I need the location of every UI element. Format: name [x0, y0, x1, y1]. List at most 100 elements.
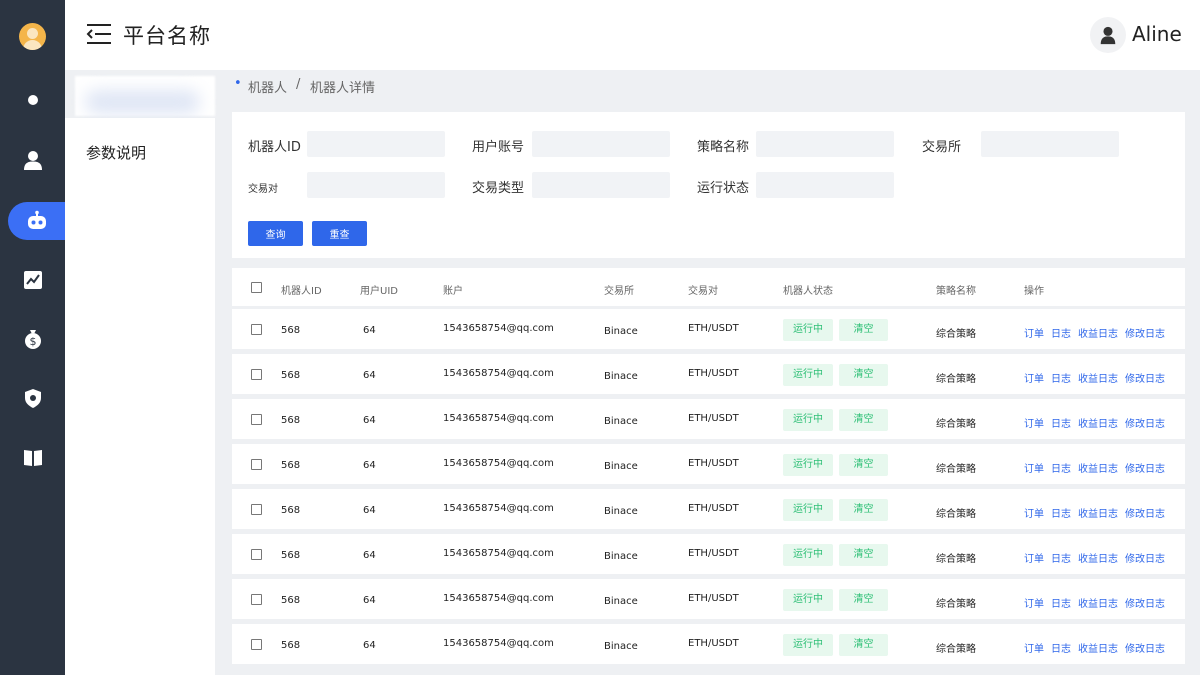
modify-log-link[interactable]: 修改日志 [1125, 370, 1165, 385]
cell-account: 1543658754@qq.com [443, 593, 554, 604]
table-row: 568 64 1543658754@qq.com Binace ETH/USDT 运行中清… [232, 444, 1185, 484]
table-row: 568 64 1543658754@qq.com Binace ETH/USDT 运行中清… [232, 534, 1185, 574]
status-badge: 运行中 [783, 364, 833, 386]
reset-button[interactable]: 重查 [312, 221, 367, 246]
select-all-checkbox[interactable] [251, 282, 262, 293]
order-link[interactable]: 订单 [1024, 325, 1044, 340]
clear-button[interactable]: 清空 [839, 364, 888, 386]
modify-log-link[interactable]: 修改日志 [1125, 505, 1165, 520]
modify-log-link[interactable]: 修改日志 [1125, 460, 1165, 475]
order-link[interactable]: 订单 [1024, 460, 1044, 475]
user-avatar[interactable] [1090, 17, 1126, 53]
cell-robot-id: 568 [281, 370, 301, 381]
cell-exchange: Binace [604, 551, 638, 562]
order-link[interactable]: 订单 [1024, 640, 1044, 655]
clear-button[interactable]: 清空 [839, 499, 888, 521]
log-link[interactable]: 日志 [1051, 325, 1071, 340]
breadcrumb-item: 机器人详情 [310, 81, 376, 96]
cell-strategy: 综合策略 [936, 554, 976, 565]
cell-account: 1543658754@qq.com [443, 458, 554, 469]
query-button[interactable]: 查询 [248, 221, 303, 246]
row-checkbox[interactable] [251, 639, 262, 650]
clear-button[interactable]: 清空 [839, 634, 888, 656]
strategy-name-input[interactable] [756, 131, 894, 157]
clear-button[interactable]: 清空 [839, 589, 888, 611]
log-link[interactable]: 日志 [1051, 550, 1071, 565]
user-name[interactable]: Aline [1132, 22, 1182, 46]
modify-log-link[interactable]: 修改日志 [1125, 595, 1165, 610]
column-header: 用户UID [360, 286, 398, 297]
trade-type-input[interactable] [532, 172, 670, 198]
order-link[interactable]: 订单 [1024, 370, 1044, 385]
person-icon[interactable] [0, 141, 65, 179]
menu-item-parameter-description[interactable]: 参数说明 [86, 142, 146, 163]
row-checkbox[interactable] [251, 369, 262, 380]
cell-uid: 64 [363, 415, 376, 426]
order-link[interactable]: 订单 [1024, 595, 1044, 610]
user-avatar-icon[interactable] [19, 23, 46, 50]
status-badge: 运行中 [783, 634, 833, 656]
book-icon[interactable] [0, 438, 65, 476]
row-checkbox[interactable] [251, 459, 262, 470]
profit-log-link[interactable]: 收益日志 [1078, 415, 1118, 430]
cell-account: 1543658754@qq.com [443, 548, 554, 559]
table-row: 568 64 1543658754@qq.com Binace ETH/USDT 运行中清… [232, 489, 1185, 529]
cell-account: 1543658754@qq.com [443, 368, 554, 379]
column-header: 机器人ID [281, 286, 322, 297]
modify-log-link[interactable]: 修改日志 [1125, 550, 1165, 565]
exchange-input[interactable] [981, 131, 1119, 157]
clear-button[interactable]: 清空 [839, 454, 888, 476]
filter-panel: 机器人ID 用户账号 策略名称 交易所 交易对 交易类型 运行状态 查询 重查 [232, 112, 1185, 258]
log-link[interactable]: 日志 [1051, 370, 1071, 385]
row-checkbox[interactable] [251, 414, 262, 425]
row-checkbox[interactable] [251, 549, 262, 560]
cell-pair: ETH/USDT [688, 638, 739, 649]
breadcrumb-item[interactable]: 机器人 [248, 77, 287, 96]
row-checkbox[interactable] [251, 504, 262, 515]
cell-pair: ETH/USDT [688, 413, 739, 424]
status-badge: 运行中 [783, 319, 833, 341]
clear-button[interactable]: 清空 [839, 409, 888, 431]
cell-uid: 64 [363, 640, 376, 651]
modify-log-link[interactable]: 修改日志 [1125, 325, 1165, 340]
cell-robot-id: 568 [281, 460, 301, 471]
robot-icon[interactable] [8, 202, 65, 240]
run-status-input[interactable] [756, 172, 894, 198]
money-bag-icon[interactable]: $ [0, 320, 65, 358]
status-badge: 运行中 [783, 499, 833, 521]
column-header: 策略名称 [936, 286, 976, 297]
profit-log-link[interactable]: 收益日志 [1078, 550, 1118, 565]
log-link[interactable]: 日志 [1051, 415, 1071, 430]
cell-uid: 64 [363, 550, 376, 561]
menu-collapse-icon[interactable] [85, 22, 113, 46]
user-account-input[interactable] [532, 131, 670, 157]
cell-account: 1543658754@qq.com [443, 638, 554, 649]
profit-log-link[interactable]: 收益日志 [1078, 325, 1118, 340]
log-link[interactable]: 日志 [1051, 505, 1071, 520]
row-checkbox[interactable] [251, 324, 262, 335]
row-checkbox[interactable] [251, 594, 262, 605]
profit-log-link[interactable]: 收益日志 [1078, 370, 1118, 385]
modify-log-link[interactable]: 修改日志 [1125, 640, 1165, 655]
log-link[interactable]: 日志 [1051, 595, 1071, 610]
log-link[interactable]: 日志 [1051, 460, 1071, 475]
chart-icon[interactable] [0, 261, 65, 299]
clear-button[interactable]: 清空 [839, 544, 888, 566]
log-link[interactable]: 日志 [1051, 640, 1071, 655]
pair-input[interactable] [307, 172, 445, 198]
cell-robot-id: 568 [281, 325, 301, 336]
profit-log-link[interactable]: 收益日志 [1078, 460, 1118, 475]
cell-exchange: Binace [604, 461, 638, 472]
order-link[interactable]: 订单 [1024, 505, 1044, 520]
profit-log-link[interactable]: 收益日志 [1078, 505, 1118, 520]
order-link[interactable]: 订单 [1024, 550, 1044, 565]
robot-id-input[interactable] [307, 131, 445, 157]
clear-button[interactable]: 清空 [839, 319, 888, 341]
order-link[interactable]: 订单 [1024, 415, 1044, 430]
profit-log-link[interactable]: 收益日志 [1078, 640, 1118, 655]
shield-icon[interactable] [0, 379, 65, 417]
profit-log-link[interactable]: 收益日志 [1078, 595, 1118, 610]
modify-log-link[interactable]: 修改日志 [1125, 415, 1165, 430]
cell-robot-id: 568 [281, 595, 301, 606]
dot-icon[interactable] [0, 81, 65, 119]
